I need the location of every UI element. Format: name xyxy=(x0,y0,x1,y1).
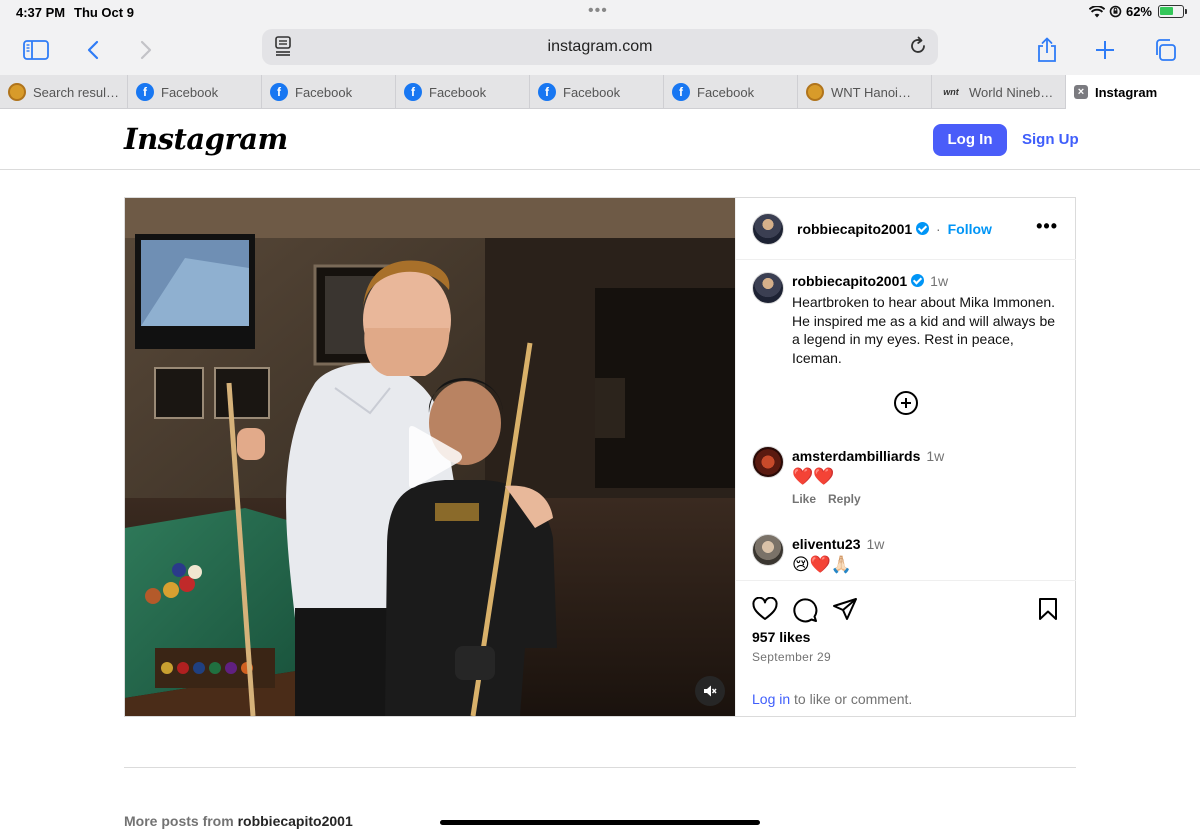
comment-like-button[interactable]: Like xyxy=(792,492,816,506)
more-posts-username[interactable]: robbiecapito2001 xyxy=(238,813,353,829)
avatar[interactable] xyxy=(752,272,784,304)
post-actions: 957 likes September 29 Log in to like or… xyxy=(736,580,1076,716)
share-icon[interactable] xyxy=(1029,32,1065,68)
address-bar[interactable]: instagram.com xyxy=(262,29,938,65)
wifi-icon xyxy=(1088,5,1105,17)
tab-bar: Search resul… f Facebook f Facebook f Fa… xyxy=(0,75,1200,109)
post-video[interactable] xyxy=(125,198,735,716)
comment-icon[interactable] xyxy=(792,597,818,628)
comment-text: 😢❤️🙏🏻 xyxy=(792,555,853,574)
bookmark-icon[interactable] xyxy=(1038,597,1058,626)
caption-time: 1w xyxy=(930,273,949,289)
comment-username[interactable]: amsterdambilliards xyxy=(792,448,920,464)
more-options-icon[interactable]: ••• xyxy=(1036,216,1058,237)
caption-header: robbiecapito2001 1w xyxy=(792,273,948,289)
login-button[interactable]: Log In xyxy=(933,124,1007,156)
tab-label: Instagram xyxy=(1095,84,1158,100)
instagram-logo[interactable]: Instagram xyxy=(124,122,288,156)
close-icon[interactable]: × xyxy=(1074,85,1088,99)
tab-label: Facebook xyxy=(697,84,755,100)
comment-username[interactable]: eliventu23 xyxy=(792,536,860,552)
post-sidebar: robbiecapito2001 · Follow ••• robbiecapi… xyxy=(735,198,1076,716)
new-tab-icon[interactable] xyxy=(1087,32,1123,68)
home-indicator[interactable] xyxy=(440,820,760,825)
tab-wnt-hanoi[interactable]: WNT Hanoi… xyxy=(798,75,932,109)
tab-facebook[interactable]: f Facebook xyxy=(262,75,396,109)
avatar[interactable] xyxy=(752,534,784,566)
status-time: 4:37 PM xyxy=(16,5,66,20)
login-prompt-suffix: to like or comment. xyxy=(790,691,913,707)
separator: · xyxy=(936,221,941,237)
play-icon[interactable] xyxy=(401,422,467,492)
sidebar-icon[interactable] xyxy=(18,32,54,68)
facebook-icon: f xyxy=(672,83,690,101)
avatar[interactable] xyxy=(752,213,784,245)
post-header-line: robbiecapito2001 · Follow xyxy=(797,221,992,237)
tab-facebook[interactable]: f Facebook xyxy=(128,75,262,109)
tab-facebook[interactable]: f Facebook xyxy=(530,75,664,109)
pool-ball-icon xyxy=(806,83,824,101)
verified-badge-icon xyxy=(911,274,925,287)
tab-label: WNT Hanoi… xyxy=(831,84,911,100)
battery-percent: 62% xyxy=(1125,4,1152,19)
caption-username[interactable]: robbiecapito2001 xyxy=(792,273,907,289)
login-prompt: Log in to like or comment. xyxy=(752,691,912,707)
more-posts-prefix: More posts from xyxy=(124,813,238,829)
tab-label: Facebook xyxy=(429,84,487,100)
comment-text: ❤️❤️ xyxy=(792,467,835,486)
comment-reply-button[interactable]: Reply xyxy=(828,492,861,506)
status-indicators: 62% xyxy=(1088,4,1187,19)
share-post-icon[interactable] xyxy=(832,597,858,628)
comment-time: 1w xyxy=(926,448,945,464)
facebook-icon: f xyxy=(270,83,288,101)
verified-badge-icon xyxy=(916,222,930,235)
browser-toolbar: instagram.com xyxy=(0,26,1200,75)
tab-label: Facebook xyxy=(563,84,621,100)
divider xyxy=(124,767,1076,768)
back-icon[interactable] xyxy=(75,32,111,68)
tabs-icon[interactable] xyxy=(1147,32,1183,68)
tab-search-results[interactable]: Search resul… xyxy=(0,75,128,109)
reload-icon[interactable] xyxy=(908,36,928,61)
comment-actions: Like Reply xyxy=(792,492,873,506)
load-more-comments-icon[interactable] xyxy=(894,391,918,415)
likes-count[interactable]: 957 likes xyxy=(752,629,810,645)
tab-label: Facebook xyxy=(295,84,353,100)
facebook-icon: f xyxy=(538,83,556,101)
tab-instagram[interactable]: × Instagram xyxy=(1066,75,1200,109)
avatar[interactable] xyxy=(752,446,784,478)
pool-ball-icon xyxy=(8,83,26,101)
post-card: robbiecapito2001 · Follow ••• robbiecapi… xyxy=(124,197,1076,717)
follow-button[interactable]: Follow xyxy=(948,221,992,237)
tab-label: Search resul… xyxy=(33,84,119,100)
comment-header: eliventu23 1w xyxy=(792,536,884,552)
login-link[interactable]: Log in xyxy=(752,691,790,707)
more-posts-heading: More posts from robbiecapito2001 xyxy=(124,813,353,829)
forward-icon[interactable] xyxy=(128,32,164,68)
comment-time: 1w xyxy=(866,536,885,552)
signup-button[interactable]: Sign Up xyxy=(1022,131,1079,148)
comment-header: amsterdambilliards 1w xyxy=(792,448,944,464)
caption-text: Heartbroken to hear about Mika Immonen. … xyxy=(792,294,1056,366)
orientation-lock-icon xyxy=(1109,5,1122,18)
instagram-header: Instagram Log In Sign Up xyxy=(0,110,1200,170)
status-bar: 4:37 PM Thu Oct 9 ••• 62% xyxy=(0,0,1200,26)
url-text: instagram.com xyxy=(547,38,653,55)
post-username[interactable]: robbiecapito2001 xyxy=(797,221,912,237)
post-date: September 29 xyxy=(752,650,831,664)
post-header: robbiecapito2001 · Follow ••• xyxy=(736,198,1076,260)
status-date: Thu Oct 9 xyxy=(74,5,134,20)
tab-facebook[interactable]: f Facebook xyxy=(396,75,530,109)
facebook-icon: f xyxy=(404,83,422,101)
tab-facebook[interactable]: f Facebook xyxy=(664,75,798,109)
wnt-icon: wnt xyxy=(943,87,959,97)
tab-world-nineball[interactable]: wnt World Nineb… xyxy=(932,75,1066,109)
multitasking-dots-icon[interactable]: ••• xyxy=(588,2,608,20)
tab-label: Facebook xyxy=(161,84,219,100)
heart-icon[interactable] xyxy=(752,596,778,628)
tab-label: World Nineb… xyxy=(969,84,1054,100)
battery-icon xyxy=(1158,5,1187,18)
facebook-icon: f xyxy=(136,83,154,101)
mute-icon[interactable] xyxy=(695,676,725,706)
